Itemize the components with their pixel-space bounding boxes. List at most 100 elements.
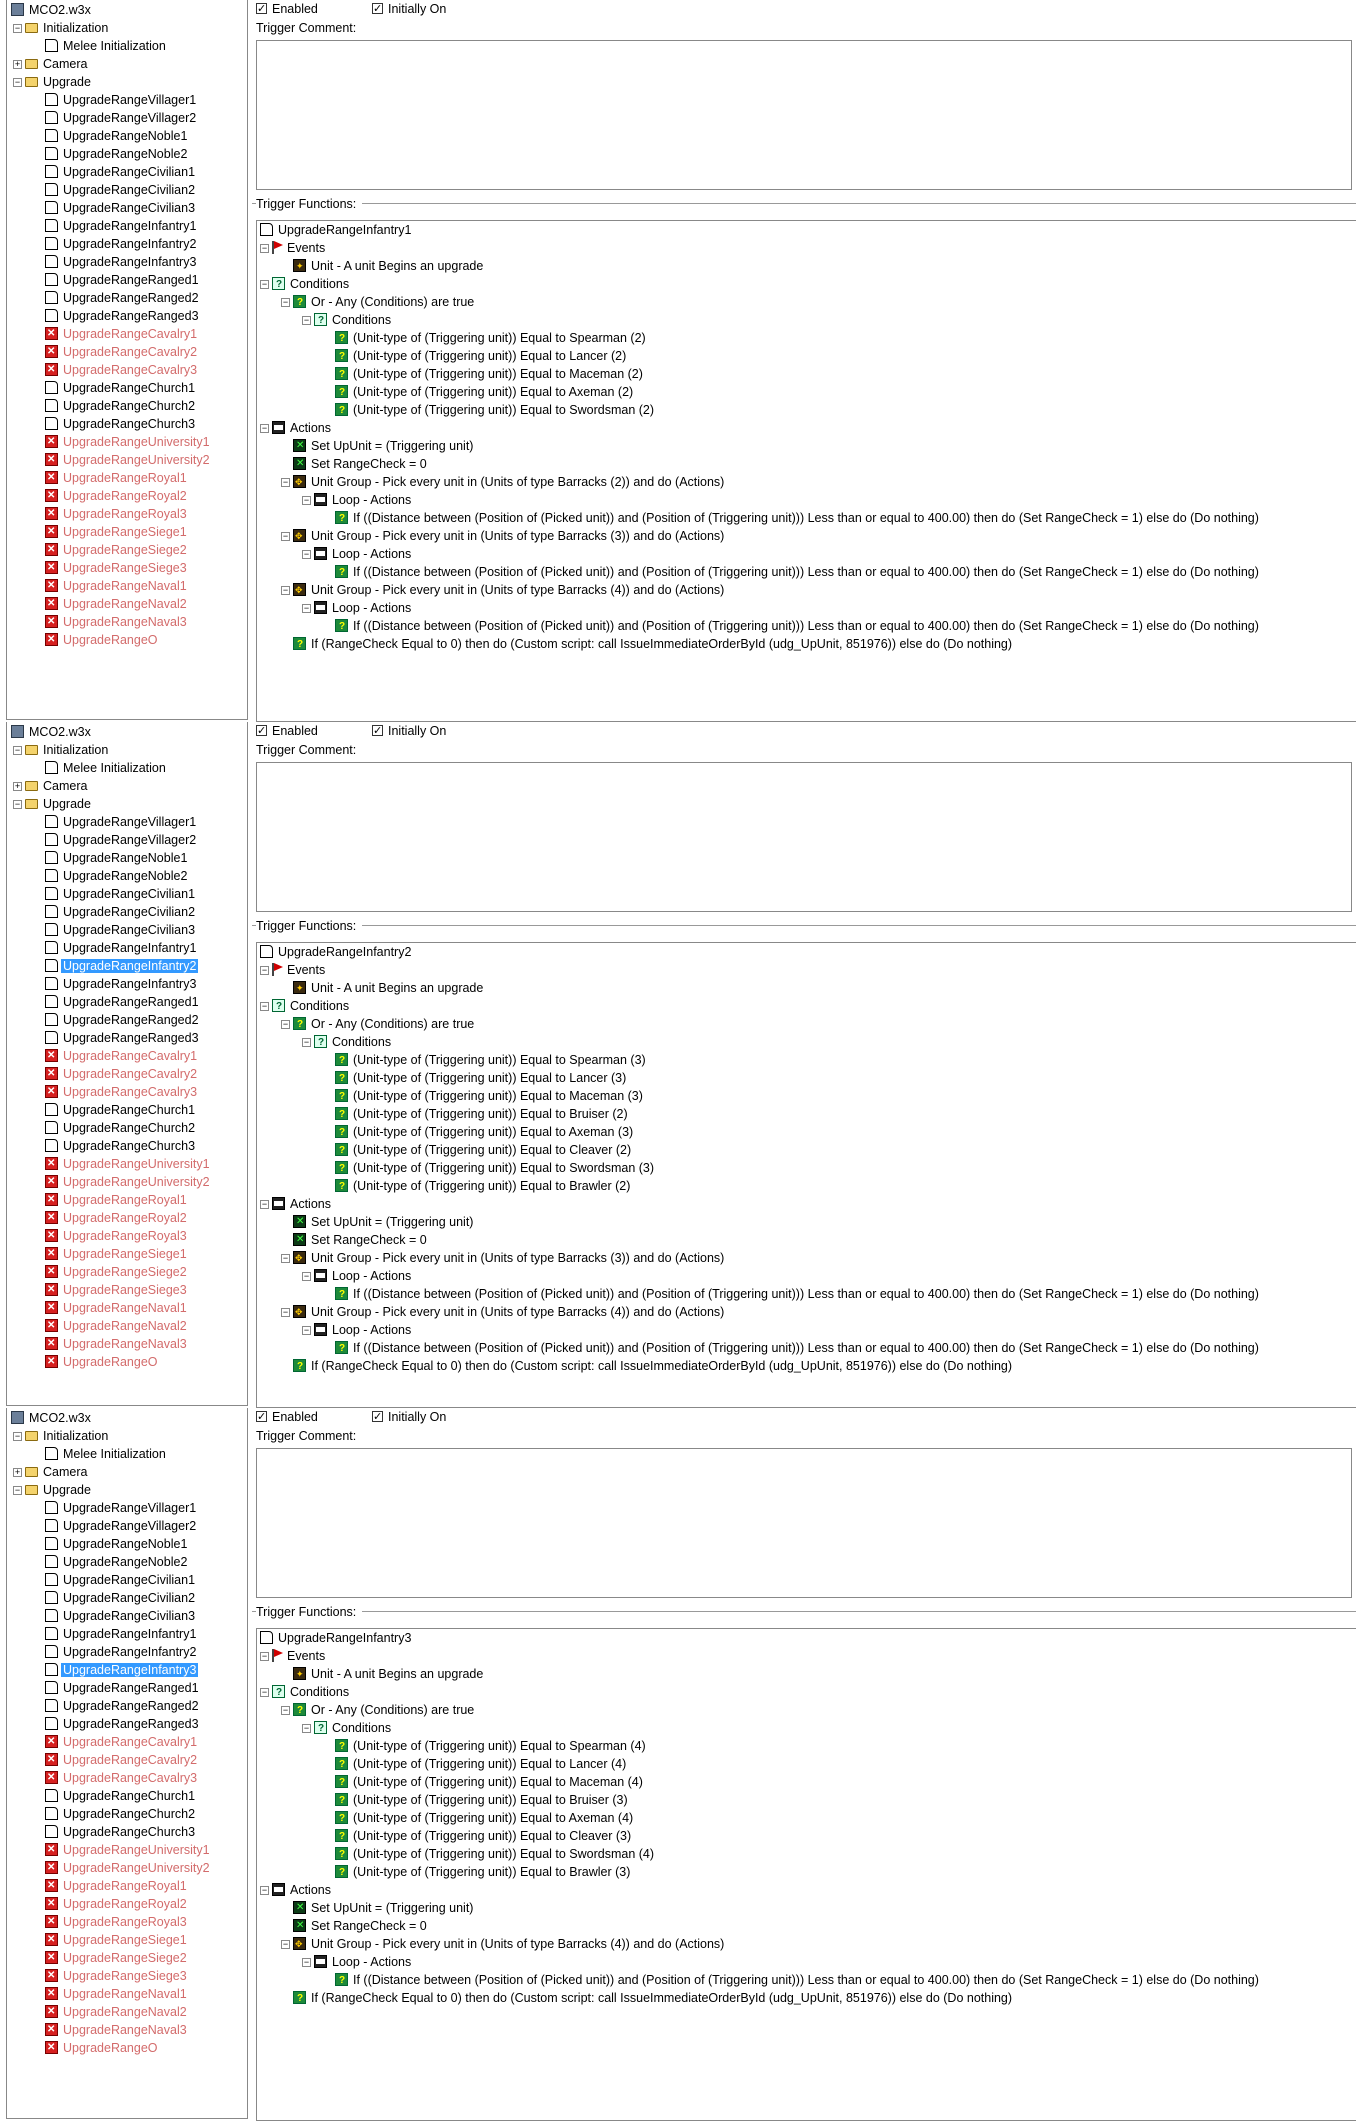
- tree-item[interactable]: UpgradeRangeCavalry1: [33, 325, 199, 343]
- tree-item[interactable]: UpgradeRangeRanged3: [33, 308, 201, 325]
- tree-item[interactable]: UpgradeRangeInfantry1: [33, 218, 198, 235]
- initially-on-checkbox-row[interactable]: Initially On: [372, 1408, 446, 1426]
- collapse-icon[interactable]: −: [281, 586, 290, 595]
- initially-on-checkbox-row[interactable]: Initially On: [372, 0, 446, 18]
- function-item[interactable]: Unit - A unit Begins an upgrade: [281, 980, 485, 997]
- tree-item[interactable]: UpgradeRangeSiege2: [33, 541, 189, 559]
- collapse-icon[interactable]: −: [260, 1688, 269, 1697]
- initially-on-checkbox[interactable]: [372, 722, 383, 740]
- tree-item[interactable]: UpgradeRangeCivilian3: [33, 200, 197, 217]
- tree-item[interactable]: UpgradeRangeCivilian1: [33, 1572, 197, 1589]
- tree-item[interactable]: UpgradeRangeChurch3: [33, 1824, 197, 1841]
- tree-item[interactable]: UpgradeRangeInfantry2: [33, 236, 198, 253]
- function-item[interactable]: − Conditions: [260, 1684, 351, 1701]
- function-item[interactable]: If ((Distance between (Position of (Pick…: [323, 1286, 1261, 1303]
- tree-item[interactable]: UpgradeRangeSiege2: [33, 1263, 189, 1281]
- tree-item[interactable]: UpgradeRangeCivilian1: [33, 164, 197, 181]
- tree-item[interactable]: UpgradeRangeRanged1: [33, 272, 201, 289]
- trigger-functions-tree[interactable]: UpgradeRangeInfantry3−EventsUnit - A uni…: [256, 1628, 1356, 2121]
- function-item[interactable]: − Unit Group - Pick every unit in (Units …: [281, 528, 726, 545]
- tree-item[interactable]: UpgradeRangeCavalry3: [33, 1083, 199, 1101]
- collapse-icon[interactable]: −: [13, 800, 22, 809]
- function-item[interactable]: Set RangeCheck = 0: [281, 455, 429, 473]
- tree-item[interactable]: − Initialization: [13, 742, 110, 759]
- tree-item[interactable]: − Upgrade: [13, 796, 93, 813]
- tree-item[interactable]: + Camera: [13, 778, 89, 795]
- function-item[interactable]: If ((Distance between (Position of (Pick…: [323, 1972, 1261, 1989]
- tree-item[interactable]: UpgradeRangeUniversity1: [33, 433, 212, 451]
- function-item[interactable]: − Unit Group - Pick every unit in (Units …: [281, 1250, 726, 1267]
- collapse-icon[interactable]: −: [281, 478, 290, 487]
- tree-item[interactable]: UpgradeRangeRoyal1: [33, 469, 189, 487]
- enabled-checkbox-row[interactable]: Enabled: [256, 1408, 318, 1426]
- tree-item[interactable]: UpgradeRangeInfantry2: [33, 1644, 198, 1661]
- tree-root-map[interactable]: MCO2.w3x: [11, 724, 93, 741]
- tree-item[interactable]: UpgradeRangeRanged2: [33, 290, 201, 307]
- function-item[interactable]: − Actions: [260, 1882, 333, 1899]
- function-item[interactable]: − Actions: [260, 1196, 333, 1213]
- function-item[interactable]: (Unit-type of (Triggering unit)) Equal t…: [323, 1088, 645, 1105]
- function-item[interactable]: (Unit-type of (Triggering unit)) Equal t…: [323, 366, 645, 383]
- initially-on-checkbox[interactable]: [372, 0, 383, 18]
- function-item[interactable]: If (RangeCheck Equal to 0) then do (Cust…: [281, 1358, 1014, 1375]
- tree-item[interactable]: UpgradeRangeRoyal3: [33, 505, 189, 523]
- tree-item[interactable]: UpgradeRangeNoble1: [33, 1536, 189, 1553]
- collapse-icon[interactable]: −: [260, 1886, 269, 1895]
- function-item[interactable]: − Loop - Actions: [302, 1268, 413, 1285]
- tree-item[interactable]: UpgradeRangeUniversity2: [33, 1859, 212, 1877]
- tree-item[interactable]: UpgradeRangeRoyal3: [33, 1227, 189, 1245]
- function-item[interactable]: If (RangeCheck Equal to 0) then do (Cust…: [281, 636, 1014, 653]
- collapse-icon[interactable]: −: [260, 244, 269, 253]
- tree-item[interactable]: UpgradeRangeRanged2: [33, 1698, 201, 1715]
- collapse-icon[interactable]: −: [260, 1652, 269, 1661]
- tree-item[interactable]: UpgradeRangeNaval2: [33, 595, 189, 613]
- function-item[interactable]: − Actions: [260, 420, 333, 437]
- function-item[interactable]: − Events: [260, 1648, 327, 1665]
- tree-item[interactable]: UpgradeRangeNaval2: [33, 1317, 189, 1335]
- collapse-icon[interactable]: −: [302, 316, 311, 325]
- collapse-icon[interactable]: −: [13, 746, 22, 755]
- tree-item[interactable]: UpgradeRangeChurch1: [33, 1788, 197, 1805]
- function-item[interactable]: − Unit Group - Pick every unit in (Units …: [281, 582, 726, 599]
- function-item[interactable]: UpgradeRangeInfantry1: [260, 222, 413, 239]
- trigger-comment-textarea[interactable]: [256, 1448, 1352, 1598]
- splitter-line[interactable]: [252, 203, 1356, 204]
- tree-item[interactable]: UpgradeRangeCavalry3: [33, 1769, 199, 1787]
- tree-item[interactable]: UpgradeRangeNoble2: [33, 146, 189, 163]
- expand-icon[interactable]: +: [13, 782, 22, 791]
- tree-item[interactable]: UpgradeRangeSiege3: [33, 559, 189, 577]
- function-item[interactable]: Set RangeCheck = 0: [281, 1231, 429, 1249]
- tree-item[interactable]: + Camera: [13, 1464, 89, 1481]
- function-item[interactable]: (Unit-type of (Triggering unit)) Equal t…: [323, 1070, 628, 1087]
- tree-item[interactable]: UpgradeRangeChurch3: [33, 1138, 197, 1155]
- tree-item[interactable]: UpgradeRangeCivilian2: [33, 182, 197, 199]
- function-item[interactable]: − Events: [260, 962, 327, 979]
- function-item[interactable]: − Conditions: [302, 1034, 393, 1051]
- function-item[interactable]: − Conditions: [302, 312, 393, 329]
- tree-item[interactable]: UpgradeRangeNoble1: [33, 850, 189, 867]
- collapse-icon[interactable]: −: [281, 1020, 290, 1029]
- tree-root-map[interactable]: MCO2.w3x: [11, 2, 93, 19]
- tree-item[interactable]: UpgradeRangeUniversity1: [33, 1841, 212, 1859]
- function-item[interactable]: Set UpUnit = (Triggering unit): [281, 437, 475, 455]
- tree-item[interactable]: UpgradeRangeNoble1: [33, 128, 189, 145]
- collapse-icon[interactable]: −: [13, 1432, 22, 1441]
- enabled-checkbox-row[interactable]: Enabled: [256, 722, 318, 740]
- function-item[interactable]: (Unit-type of (Triggering unit)) Equal t…: [323, 1142, 633, 1159]
- tree-item[interactable]: UpgradeRangeCavalry2: [33, 343, 199, 361]
- function-item[interactable]: − Loop - Actions: [302, 1954, 413, 1971]
- function-item[interactable]: (Unit-type of (Triggering unit)) Equal t…: [323, 348, 628, 365]
- collapse-icon[interactable]: −: [260, 1002, 269, 1011]
- tree-item[interactable]: UpgradeRangeInfantry1: [33, 1626, 198, 1643]
- expand-icon[interactable]: +: [13, 1468, 22, 1477]
- tree-item[interactable]: UpgradeRangeVillager1: [33, 92, 198, 109]
- tree-item[interactable]: UpgradeRangeChurch3: [33, 416, 197, 433]
- tree-item[interactable]: UpgradeRangeRanged2: [33, 1012, 201, 1029]
- collapse-icon[interactable]: −: [302, 496, 311, 505]
- tree-item[interactable]: UpgradeRangeSiege1: [33, 1245, 189, 1263]
- function-item[interactable]: (Unit-type of (Triggering unit)) Equal t…: [323, 1738, 648, 1755]
- function-item[interactable]: If ((Distance between (Position of (Pick…: [323, 564, 1261, 581]
- function-item[interactable]: (Unit-type of (Triggering unit)) Equal t…: [323, 1052, 648, 1069]
- enabled-checkbox[interactable]: [256, 722, 267, 740]
- function-item[interactable]: − Unit Group - Pick every unit in (Units …: [281, 1936, 726, 1953]
